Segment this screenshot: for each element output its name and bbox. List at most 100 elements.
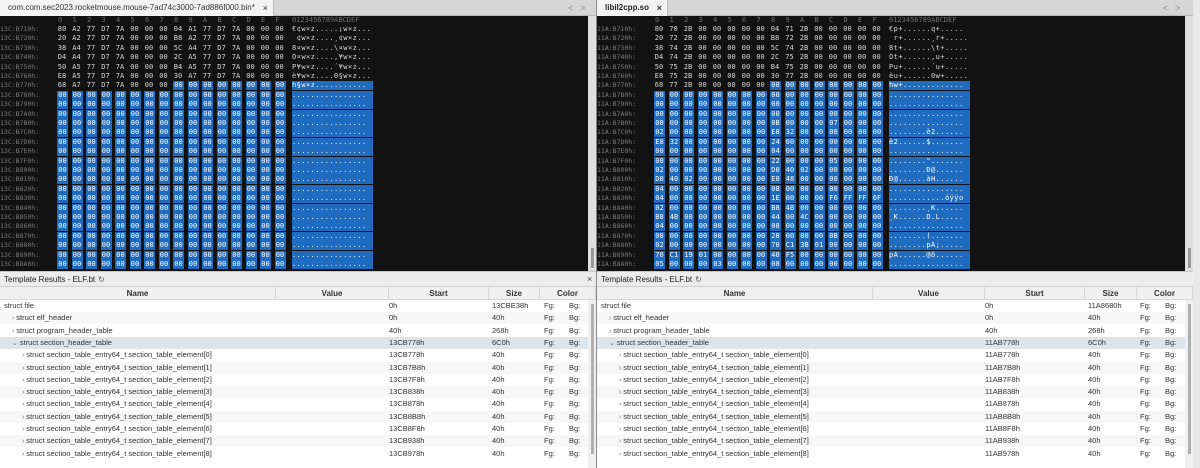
ascii-text[interactable]: ................ xyxy=(292,128,373,138)
hex-byte[interactable]: 00 xyxy=(712,25,722,34)
hex-row[interactable]: 11A:B770h: 68 77 2B 00 00 00 00 00 00 00 00 00 00 00 00… xyxy=(597,81,1193,91)
hex-byte[interactable]: 04 xyxy=(173,25,183,34)
hex-byte[interactable]: 00 xyxy=(260,156,271,166)
hex-byte[interactable]: 00 xyxy=(115,203,126,213)
hex-byte[interactable]: 00 xyxy=(129,241,141,251)
hex-byte[interactable]: 00 xyxy=(71,90,83,100)
hex-byte[interactable]: 00 xyxy=(57,203,68,213)
hex-byte[interactable]: 00 xyxy=(144,203,155,213)
hex-byte[interactable]: 75 xyxy=(669,63,679,72)
hex-byte[interactable]: 00 xyxy=(741,119,752,128)
hex-byte[interactable]: 00 xyxy=(274,231,286,241)
hex-byte[interactable]: 00 xyxy=(86,213,97,222)
hex-byte[interactable]: 00 xyxy=(813,250,825,260)
hex-byte[interactable]: 2C xyxy=(770,53,780,62)
hex-byte[interactable]: 00 xyxy=(741,260,752,269)
hex-byte[interactable]: 00 xyxy=(741,166,752,175)
hex-byte[interactable]: 00 xyxy=(115,231,126,241)
hex-byte[interactable]: 00 xyxy=(260,203,271,213)
hex-byte[interactable]: 00 xyxy=(871,100,883,110)
hex-byte[interactable]: 2B xyxy=(799,63,809,72)
hex-byte[interactable]: 68 xyxy=(654,81,664,90)
hex-byte[interactable]: D0 xyxy=(770,166,781,175)
hex-byte[interactable]: 00 xyxy=(842,203,854,213)
hex-byte[interactable]: 00 xyxy=(726,90,738,100)
hex-row[interactable]: 11A:B7C0h: 02 00 00 00 00 00 00 00 E8 32 00 00 00 00 00… xyxy=(597,128,1193,138)
hex-row[interactable]: 13C:B7A0h: 00 00 00 00 00 00 00 00 00 00 00 00 00 00 00… xyxy=(0,109,596,119)
hex-byte[interactable]: 00 xyxy=(86,184,97,194)
hex-byte[interactable]: 00 xyxy=(245,203,257,213)
hex-byte[interactable]: 00 xyxy=(712,194,723,204)
hex-byte[interactable]: 74 xyxy=(669,53,679,62)
hex-byte[interactable]: 00 xyxy=(57,166,68,175)
hex-byte[interactable]: 00 xyxy=(813,109,825,119)
hex-row[interactable]: 13C:B730h: 38 A4 77 D7 7A 00 00 00 5C A4 77 D7 7A 00 00… xyxy=(0,44,596,53)
hex-byte[interactable]: 00 xyxy=(129,90,141,100)
left-hex-view[interactable]: 0 1 2 3 4 5 6 7 8 9 A B C D E F 0123456789ABCDEF 13C:B710… xyxy=(0,16,596,271)
hex-byte[interactable]: 02 xyxy=(683,175,694,185)
hex-byte[interactable]: 70 xyxy=(770,241,781,251)
hex-byte[interactable]: 02 xyxy=(799,166,810,175)
hex-byte[interactable]: 77 xyxy=(202,63,212,72)
ascii-text[interactable]: ................ xyxy=(292,194,373,204)
hex-byte[interactable]: 2B xyxy=(799,25,809,34)
hex-byte[interactable]: 00 xyxy=(683,231,694,241)
ascii-text[interactable]: ................ xyxy=(889,260,970,269)
hex-byte[interactable]: 00 xyxy=(216,156,228,166)
ascii-text[interactable]: €¢w×z.....¡w×z... xyxy=(292,25,373,34)
hex-row[interactable]: 11A:B760h: E8 75 2B 00 00 00 00 00 30 77 2B 00 00 00 00… xyxy=(597,72,1193,81)
hex-byte[interactable]: D7 xyxy=(217,72,227,81)
hex-byte[interactable]: 24 xyxy=(770,137,781,147)
hex-byte[interactable]: 00 xyxy=(216,203,228,213)
hex-byte[interactable]: 00 xyxy=(71,213,83,222)
hex-byte[interactable]: 50 xyxy=(57,63,67,72)
table-row[interactable]: › struct elf_header 0h 40h Fg: Bg: xyxy=(0,312,596,325)
hex-byte[interactable]: 00 xyxy=(857,175,868,185)
hex-byte[interactable]: 77 xyxy=(202,72,212,81)
hex-byte[interactable]: E8 xyxy=(57,72,67,81)
hex-byte[interactable]: 00 xyxy=(260,137,271,147)
hex-byte[interactable]: 00 xyxy=(828,241,839,251)
hex-byte[interactable]: 00 xyxy=(727,72,737,81)
hex-byte[interactable]: 00 xyxy=(115,147,126,157)
hex-byte[interactable]: 00 xyxy=(814,72,824,81)
hex-byte[interactable]: A2 xyxy=(72,34,82,43)
sync-icon[interactable]: ↻ xyxy=(695,275,702,284)
hex-byte[interactable]: 00 xyxy=(871,147,883,157)
hex-byte[interactable]: 00 xyxy=(842,241,854,251)
hex-byte[interactable]: D7 xyxy=(101,25,111,34)
hex-byte[interactable]: 00 xyxy=(813,203,825,213)
hex-byte[interactable]: 00 xyxy=(158,90,170,100)
hex-byte[interactable]: 00 xyxy=(115,119,126,128)
ascii-text[interactable]: ........"....... xyxy=(889,156,970,166)
hex-byte[interactable]: 00 xyxy=(202,147,213,157)
hex-byte[interactable]: 00 xyxy=(173,166,184,175)
hex-byte[interactable]: 00 xyxy=(741,81,751,90)
hex-byte[interactable]: 00 xyxy=(741,250,752,260)
hex-byte[interactable]: 40 xyxy=(668,175,680,185)
hex-byte[interactable]: 00 xyxy=(756,81,766,90)
hex-byte[interactable]: 4B xyxy=(784,203,796,213)
hex-byte[interactable]: 00 xyxy=(202,184,213,194)
hex-byte[interactable]: 00 xyxy=(71,166,83,175)
hex-byte[interactable]: 00 xyxy=(842,109,854,119)
hex-byte[interactable]: 00 xyxy=(115,184,126,194)
hex-byte[interactable]: 00 xyxy=(741,63,751,72)
hex-byte[interactable]: 00 xyxy=(828,260,839,269)
hex-byte[interactable]: 00 xyxy=(129,194,141,204)
hex-byte[interactable]: 00 xyxy=(71,109,83,119)
hex-byte[interactable]: 00 xyxy=(202,241,213,251)
hex-byte[interactable]: 00 xyxy=(100,184,112,194)
hex-byte[interactable]: A5 xyxy=(188,53,198,62)
hex-byte[interactable]: 00 xyxy=(260,109,271,119)
hex-byte[interactable]: 00 xyxy=(755,175,767,185)
hex-byte[interactable]: 00 xyxy=(872,34,882,43)
hex-byte[interactable]: 00 xyxy=(260,100,271,110)
close-icon[interactable]: × xyxy=(587,274,592,284)
chevron-down-icon[interactable]: ⌄ xyxy=(609,340,617,347)
hex-row[interactable]: 13C:B7E0h: 00 00 00 00 00 00 00 00 00 00 00 00 00 00 00… xyxy=(0,147,596,157)
hex-byte[interactable]: 77 xyxy=(669,81,679,90)
hex-byte[interactable]: 00 xyxy=(784,147,796,157)
hex-byte[interactable]: 00 xyxy=(159,34,169,43)
scroll-thumb[interactable] xyxy=(591,248,594,268)
